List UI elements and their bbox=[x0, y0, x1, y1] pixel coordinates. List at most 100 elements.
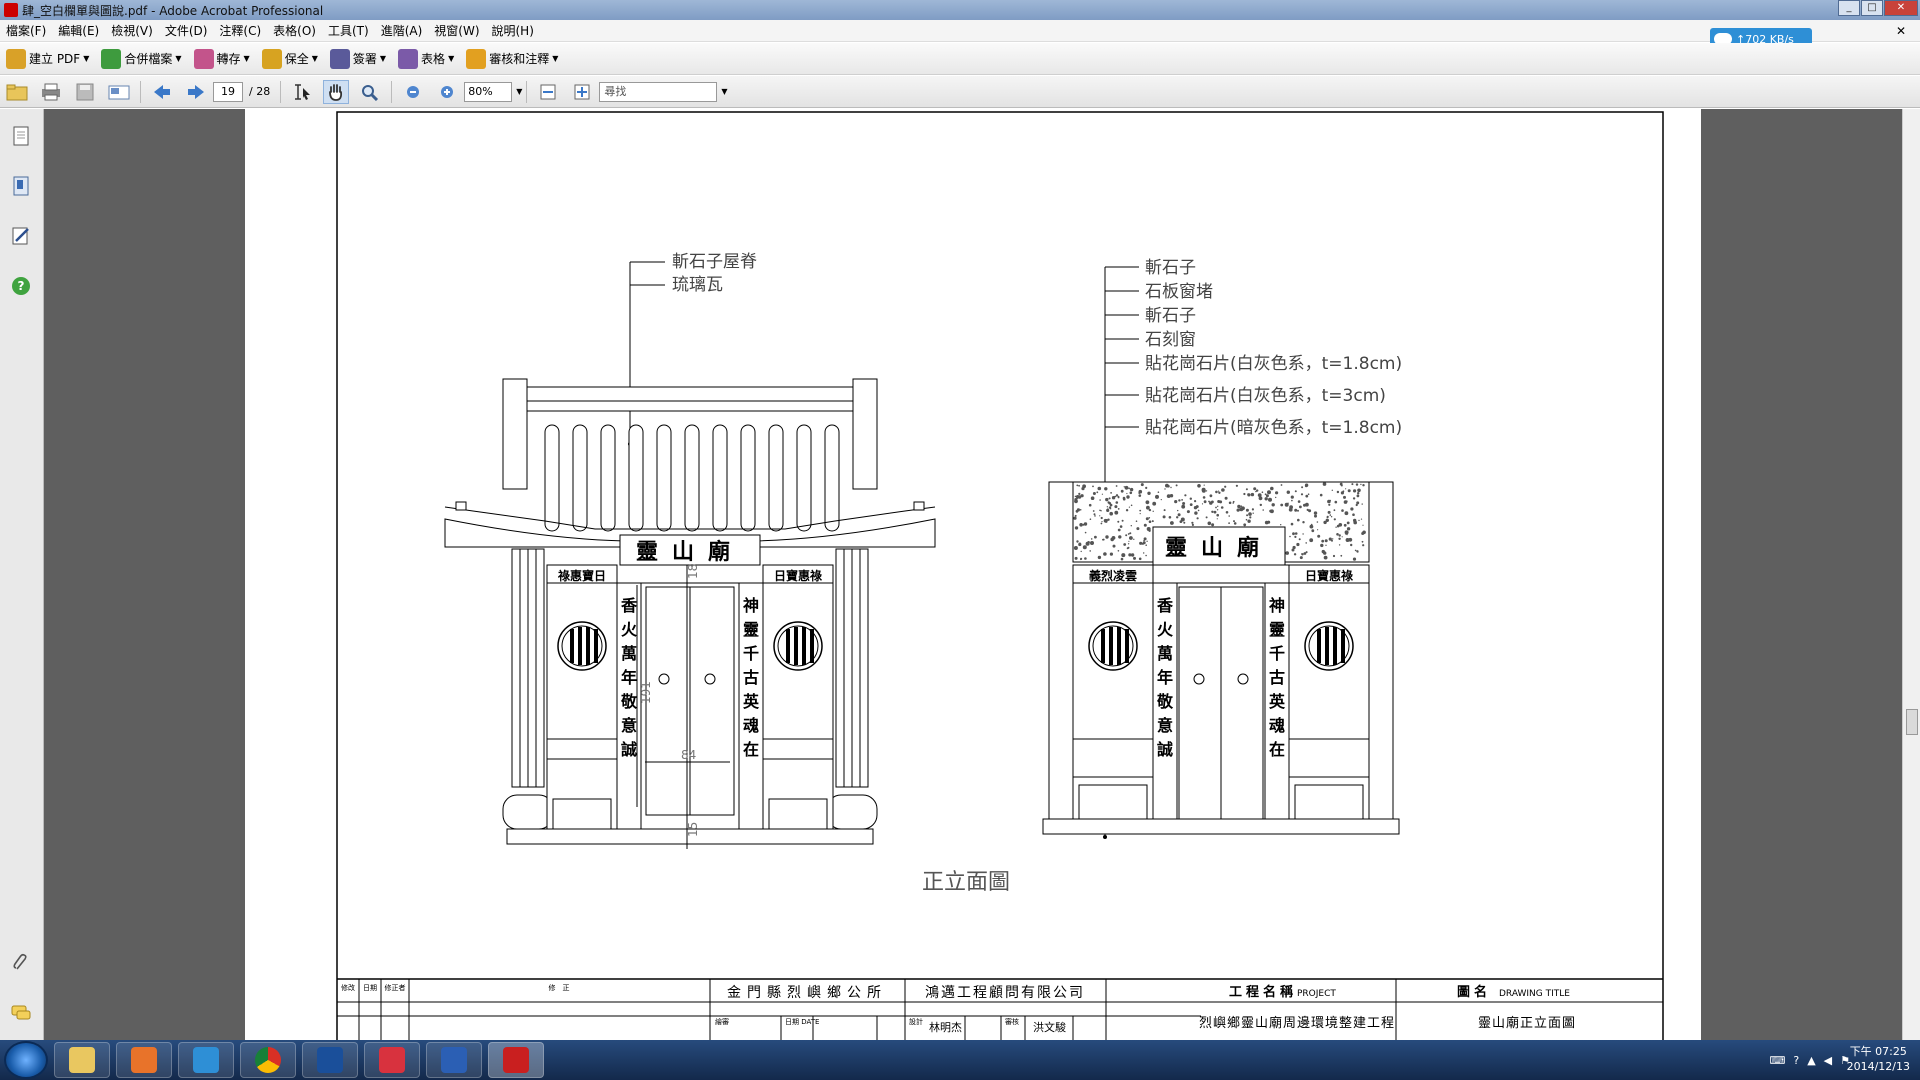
navigation-pane: ? bbox=[0, 109, 44, 1040]
stone-speckle bbox=[1074, 526, 1079, 530]
open-button[interactable] bbox=[4, 80, 30, 104]
help-icon[interactable]: ? bbox=[1793, 1054, 1799, 1067]
stone-speckle bbox=[1297, 518, 1300, 522]
stone-speckle bbox=[1220, 506, 1224, 509]
scrollbar-thumb[interactable] bbox=[1906, 709, 1918, 735]
secure-button[interactable]: 保全 ▼ bbox=[256, 45, 324, 73]
taskbar-cloud[interactable] bbox=[178, 1042, 234, 1078]
callout-right-2: 石板窗堵 bbox=[1145, 282, 1213, 302]
review-comment-button[interactable]: 審核和注釋 ▼ bbox=[460, 45, 564, 73]
stone-speckle bbox=[1289, 505, 1293, 510]
page-number-input[interactable]: 19 bbox=[213, 81, 243, 102]
stone-speckle bbox=[1292, 545, 1296, 550]
pages-icon[interactable] bbox=[10, 125, 32, 147]
menu-advanced[interactable]: 進階(A) bbox=[375, 22, 429, 39]
print-button[interactable] bbox=[38, 80, 64, 104]
stone-speckle bbox=[1074, 495, 1077, 498]
bookmarks-icon[interactable] bbox=[10, 175, 32, 197]
stone-speckle bbox=[1351, 483, 1354, 486]
menu-help[interactable]: 說明(H) bbox=[486, 22, 540, 39]
zoom-out-button[interactable] bbox=[400, 80, 426, 104]
taskbar-outlook[interactable] bbox=[302, 1042, 358, 1078]
stone-speckle bbox=[1258, 496, 1263, 501]
select-tool-button[interactable] bbox=[289, 80, 315, 104]
menu-edit[interactable]: 編輯(E) bbox=[52, 22, 105, 39]
menu-comments[interactable]: 注釋(C) bbox=[213, 22, 267, 39]
zoom-in-button[interactable] bbox=[434, 80, 460, 104]
create-pdf-button[interactable]: 建立 PDF ▼ bbox=[0, 45, 95, 73]
stone-speckle bbox=[1106, 508, 1110, 512]
clock-time: 下午 07:25 bbox=[1849, 1045, 1907, 1058]
menu-file[interactable]: 檔案(F) bbox=[0, 22, 52, 39]
stone-speckle bbox=[1090, 541, 1094, 545]
email-button[interactable] bbox=[106, 80, 132, 104]
fit-page-button[interactable] bbox=[569, 80, 595, 104]
stone-speckle bbox=[1145, 517, 1149, 521]
save-button[interactable] bbox=[72, 80, 98, 104]
help-icon[interactable]: ? bbox=[10, 275, 32, 297]
stone-speckle bbox=[1285, 551, 1289, 555]
stone-speckle bbox=[1296, 542, 1300, 547]
stone-speckle bbox=[1213, 510, 1217, 514]
clock[interactable]: 下午 07:25 2014/12/13 bbox=[1847, 1044, 1910, 1074]
combine-files-button[interactable]: 合併檔案 ▼ bbox=[95, 45, 187, 73]
hand-tool-button[interactable] bbox=[323, 79, 350, 104]
zoom-level-select[interactable]: 80% bbox=[464, 81, 513, 102]
volume-icon[interactable]: ◀ bbox=[1824, 1054, 1832, 1067]
dim-191: 191 bbox=[639, 681, 653, 704]
keyboard-icon[interactable]: ⌨ bbox=[1769, 1054, 1785, 1067]
tb-project-label: 工程名稱 bbox=[1229, 984, 1297, 1000]
next-page-button[interactable] bbox=[183, 80, 209, 104]
taskbar-explorer[interactable] bbox=[54, 1042, 110, 1078]
window-controls: _ □ ✕ bbox=[1838, 0, 1918, 16]
export-button[interactable]: 轉存 ▼ bbox=[188, 45, 256, 73]
menu-window[interactable]: 視窗(W) bbox=[428, 22, 485, 39]
menu-tools[interactable]: 工具(T) bbox=[322, 22, 375, 39]
stone-speckle bbox=[1146, 540, 1148, 542]
zoom-tool-button[interactable] bbox=[357, 80, 383, 104]
fit-width-button[interactable] bbox=[535, 80, 561, 104]
document-close-button[interactable]: ✕ bbox=[1890, 24, 1912, 38]
stone-speckle bbox=[1129, 491, 1133, 495]
vertical-scrollbar[interactable] bbox=[1902, 109, 1920, 1040]
attachments-icon[interactable] bbox=[10, 952, 32, 974]
taskbar-word[interactable] bbox=[426, 1042, 482, 1078]
find-input[interactable]: 尋找 bbox=[599, 81, 718, 102]
chevron-down-icon[interactable]: ▼ bbox=[516, 87, 522, 96]
chevron-down-icon[interactable]: ▼ bbox=[721, 87, 727, 96]
stone-speckle bbox=[1201, 503, 1204, 505]
stone-speckle bbox=[1128, 540, 1130, 542]
minimize-button[interactable]: _ bbox=[1838, 0, 1860, 16]
menu-document[interactable]: 文件(D) bbox=[159, 22, 214, 39]
maximize-button[interactable]: □ bbox=[1861, 0, 1883, 16]
stone-speckle bbox=[1215, 506, 1217, 509]
comments-icon[interactable] bbox=[10, 1002, 32, 1024]
network-icon[interactable]: ▲ bbox=[1807, 1054, 1815, 1067]
stone-speckle bbox=[1123, 486, 1125, 488]
taskbar-acrobat[interactable] bbox=[488, 1042, 544, 1078]
stone-speckle bbox=[1228, 501, 1232, 505]
document-view[interactable]: 斬石子屋脊 琉璃瓦 靈山廟 祿惠寶日 日寶惠祿 香 火 萬 年 敬 意 誠 神 … bbox=[44, 109, 1902, 1040]
couplet-right-3: 千 bbox=[743, 644, 759, 663]
menu-view[interactable]: 檢視(V) bbox=[105, 22, 159, 39]
taskbar-chrome[interactable] bbox=[240, 1042, 296, 1078]
close-button[interactable]: ✕ bbox=[1884, 0, 1918, 16]
forms-button[interactable]: 表格 ▼ bbox=[392, 45, 460, 73]
taskbar-media-player[interactable] bbox=[116, 1042, 172, 1078]
menu-forms[interactable]: 表格(O) bbox=[267, 22, 322, 39]
sign-button[interactable]: 簽署 ▼ bbox=[324, 45, 392, 73]
stone-speckle bbox=[1225, 511, 1229, 514]
stone-speckle bbox=[1103, 552, 1107, 556]
start-button[interactable] bbox=[4, 1041, 48, 1079]
taskbar-app[interactable] bbox=[364, 1042, 420, 1078]
stone-speckle bbox=[1305, 502, 1309, 507]
signatures-icon[interactable] bbox=[10, 225, 32, 247]
stone-speckle bbox=[1100, 516, 1103, 520]
stone-speckle bbox=[1097, 486, 1102, 491]
chrome-icon bbox=[255, 1047, 281, 1073]
stone-speckle bbox=[1125, 534, 1128, 537]
stone-speckle bbox=[1117, 496, 1120, 499]
stone-speckle bbox=[1309, 538, 1314, 543]
previous-page-button[interactable] bbox=[149, 80, 175, 104]
stone-speckle bbox=[1333, 518, 1336, 521]
